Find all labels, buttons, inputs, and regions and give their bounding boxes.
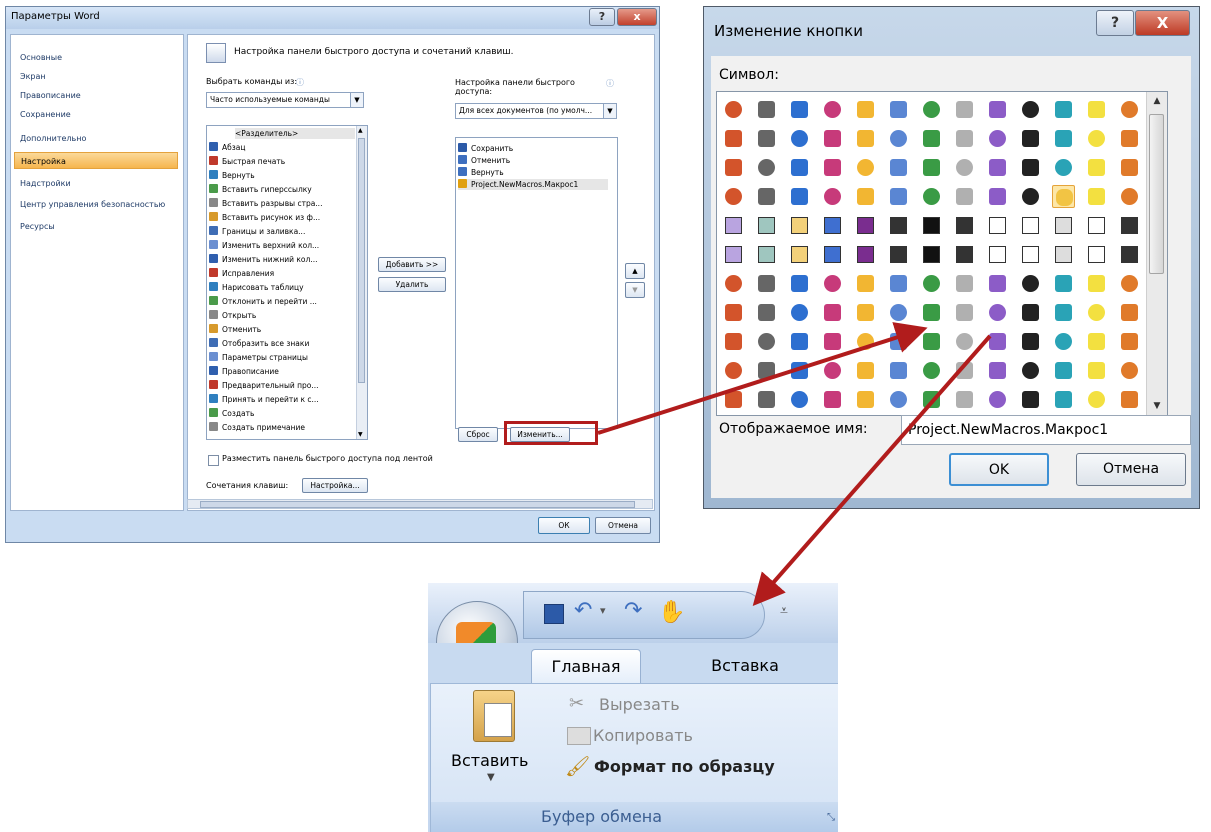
arrow-to-qat	[752, 334, 992, 607]
annotation-arrows	[597, 322, 992, 607]
arrow-to-symbol	[597, 322, 928, 435]
